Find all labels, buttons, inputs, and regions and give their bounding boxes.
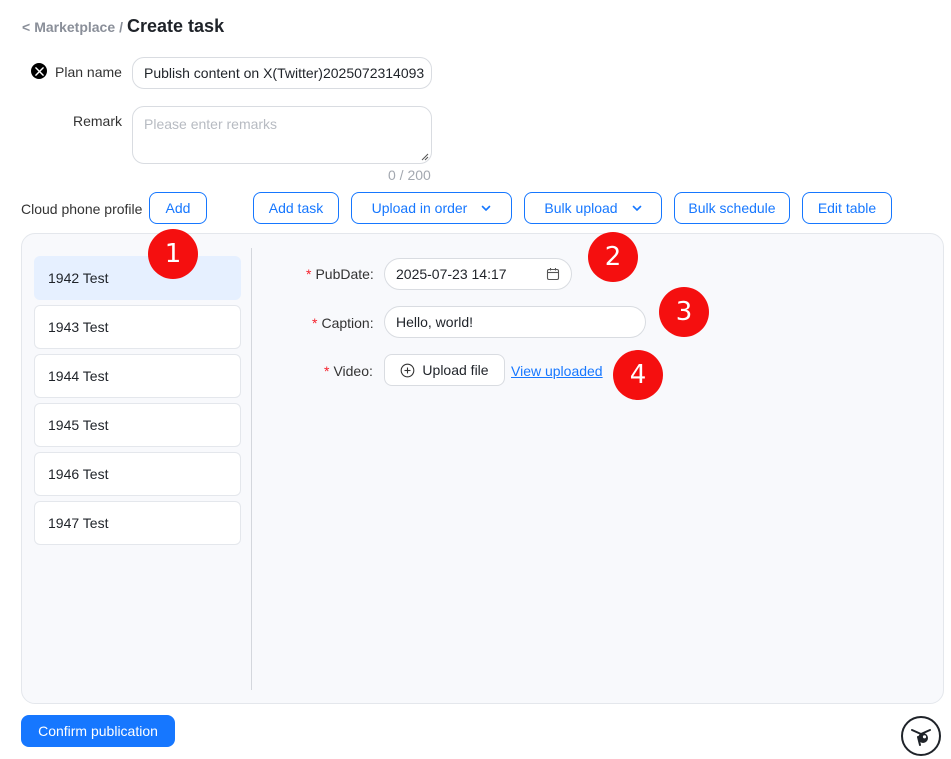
edit-table-button[interactable]: Edit table	[802, 192, 892, 224]
profile-item-label: 1946 Test	[48, 466, 109, 482]
add-profile-label: Add	[165, 200, 191, 216]
annotation-marker-4: 4	[613, 350, 663, 400]
caption-label: * Caption:	[312, 315, 374, 331]
video-label-text: Video:	[333, 363, 373, 379]
profile-item[interactable]: 1942 Test	[34, 256, 241, 300]
chevron-down-icon	[482, 205, 491, 211]
required-mark: *	[306, 266, 312, 282]
upload-file-button[interactable]: Upload file	[384, 354, 505, 386]
caption-label-text: Caption:	[321, 315, 374, 331]
annotation-marker-3: 3	[659, 287, 709, 337]
caption-input[interactable]: Hello, world!	[384, 306, 646, 338]
annotation-marker-1: 1	[148, 229, 198, 279]
upload-in-order-label: Upload in order	[371, 200, 468, 216]
remark-label: Remark	[73, 113, 123, 129]
upload-file-label: Upload file	[422, 362, 489, 378]
x-logo-icon	[31, 63, 47, 79]
calendar-icon	[546, 268, 560, 281]
breadcrumb-marketplace[interactable]: Marketplace	[34, 19, 115, 35]
plus-circle-icon	[401, 363, 415, 377]
profile-item[interactable]: 1946 Test	[34, 452, 241, 496]
pubdate-value: 2025-07-23 14:17	[396, 266, 507, 282]
profile-item[interactable]: 1947 Test	[34, 501, 241, 545]
bulk-schedule-label: Bulk schedule	[688, 200, 776, 216]
profile-item[interactable]: 1945 Test	[34, 403, 241, 447]
bulk-upload-label: Bulk upload	[544, 200, 618, 216]
add-profile-button[interactable]: Add	[149, 192, 207, 224]
profile-item-label: 1944 Test	[48, 368, 109, 384]
confirm-publication-button[interactable]: Confirm publication	[21, 715, 175, 747]
profile-item-label: 1943 Test	[48, 319, 109, 335]
required-mark: *	[324, 363, 330, 379]
add-task-button[interactable]: Add task	[253, 192, 339, 224]
bulk-schedule-button[interactable]: Bulk schedule	[674, 192, 790, 224]
pubdate-label: * PubDate:	[306, 266, 374, 282]
plan-name-input[interactable]: Publish content on X(Twitter)20250723140…	[132, 57, 432, 89]
profile-item[interactable]: 1944 Test	[34, 354, 241, 398]
back-link[interactable]: <	[22, 19, 30, 35]
upload-in-order-button[interactable]: Upload in order	[351, 192, 512, 224]
resize-grip-icon[interactable]	[421, 153, 429, 161]
breadcrumb-separator: /	[119, 19, 124, 35]
bulk-upload-button[interactable]: Bulk upload	[524, 192, 662, 224]
page-title: Create task	[127, 16, 225, 36]
video-label: * Video:	[324, 363, 373, 379]
add-task-label: Add task	[268, 200, 324, 216]
assistant-icon[interactable]	[901, 716, 941, 756]
profile-item-label: 1945 Test	[48, 417, 109, 433]
remark-placeholder: Please enter remarks	[144, 116, 278, 132]
remark-counter: 0 / 200	[388, 167, 431, 183]
profile-item-label: 1947 Test	[48, 515, 109, 531]
plan-name-label: Plan name	[55, 64, 122, 80]
edit-table-label: Edit table	[817, 200, 877, 216]
profile-item[interactable]: 1943 Test	[34, 305, 241, 349]
cloud-profile-label: Cloud phone profile	[21, 201, 143, 217]
required-mark: *	[312, 315, 318, 331]
chevron-down-icon	[632, 205, 641, 211]
pubdate-picker[interactable]: 2025-07-23 14:17	[384, 258, 572, 290]
annotation-marker-2: 2	[588, 232, 638, 282]
breadcrumb: < Marketplace / Create task	[22, 16, 224, 37]
panel-divider	[251, 248, 252, 690]
profile-item-label: 1942 Test	[48, 270, 109, 286]
remark-textarea[interactable]: Please enter remarks	[132, 106, 432, 164]
view-uploaded-link[interactable]: View uploaded	[511, 363, 603, 379]
pubdate-label-text: PubDate:	[315, 266, 374, 282]
